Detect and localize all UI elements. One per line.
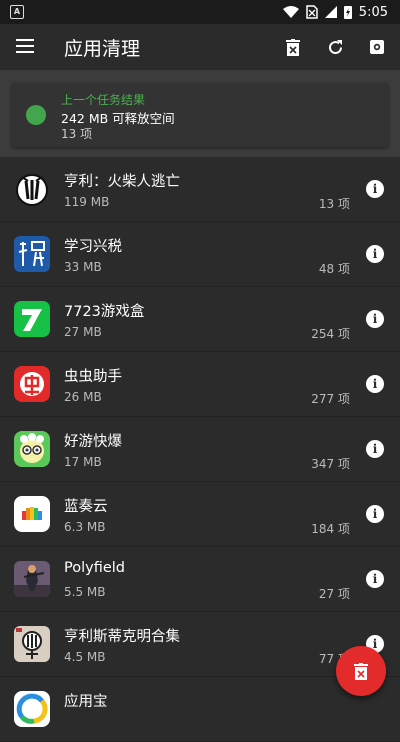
app-item-count: 27 项: [318, 587, 350, 601]
app-name: 好游快爆: [64, 434, 122, 450]
app-item-count: 48 项: [318, 262, 350, 276]
app-name: 学习兴税: [64, 239, 122, 255]
status-icons: 5:05: [282, 4, 388, 20]
delete-all-button[interactable]: [272, 24, 314, 70]
app-list: 亨利：火柴人逃亡 119 MB 13 项 i 学习兴税 33 MB 48 项 i…: [0, 157, 400, 742]
info-icon[interactable]: i: [366, 375, 384, 393]
tax-icon: [14, 236, 50, 272]
app-name: 应用宝: [64, 694, 108, 710]
list-item[interactable]: 亨利：火柴人逃亡 119 MB 13 项 i: [0, 157, 400, 222]
app-size: 119 MB: [64, 195, 110, 209]
app-item-count: 277 项: [311, 392, 350, 406]
app-size: 27 MB: [64, 325, 102, 339]
app-item-count: 184 项: [311, 522, 350, 536]
trash-x-icon: [354, 662, 368, 680]
list-item[interactable]: Polyfield 5.5 MB 27 项 i: [0, 547, 400, 612]
clock: 5:05: [358, 4, 388, 20]
status-dot: [26, 105, 46, 125]
app-size: 6.3 MB: [64, 520, 106, 534]
app-name: 亨利斯蒂克明合集: [64, 629, 180, 645]
menu-button[interactable]: [16, 38, 36, 57]
list-item[interactable]: 应用宝: [0, 677, 400, 742]
info-icon[interactable]: i: [366, 245, 384, 263]
info-icon[interactable]: i: [366, 180, 384, 198]
henry-collection-icon: [14, 626, 50, 662]
yingyongbao-icon: [14, 691, 50, 727]
trash-x-icon: [286, 38, 300, 56]
app-item-count: 254 项: [311, 327, 350, 341]
signal-icon: [324, 6, 337, 18]
item-count: 13 项: [61, 127, 93, 141]
app-name: 亨利：火柴人逃亡: [64, 174, 180, 190]
app-size: 17 MB: [64, 455, 102, 469]
app-size: 5.5 MB: [64, 585, 106, 599]
battery-charging-icon: [343, 6, 352, 19]
info-icon[interactable]: i: [366, 505, 384, 523]
stickman-icon: [14, 171, 50, 207]
app-name: 7723游戏盒: [64, 304, 145, 320]
last-task-result-card[interactable]: 上一个任务结果 242 MB 可释放空间 13 项: [12, 83, 388, 147]
app-item-count: 347 项: [311, 457, 350, 471]
wifi-icon: [282, 6, 299, 18]
app-name: 蓝奏云: [64, 499, 108, 515]
list-item[interactable]: 蓝奏云 6.3 MB 184 项 i: [0, 482, 400, 547]
result-section: 上一个任务结果 242 MB 可释放空间 13 项: [0, 70, 400, 157]
info-icon[interactable]: i: [366, 570, 384, 588]
lanzou-icon: [14, 496, 50, 532]
app-item-count: 13 项: [318, 197, 350, 211]
app-name: Polyfield: [64, 560, 125, 576]
no-sim-icon: [306, 5, 318, 19]
chongchong-icon: [14, 366, 50, 402]
info-icon[interactable]: i: [366, 440, 384, 458]
haoyou-icon: [14, 431, 50, 467]
polyfield-icon: [14, 561, 50, 597]
app-size: 4.5 MB: [64, 650, 106, 664]
list-item[interactable]: 学习兴税 33 MB 48 项 i: [0, 222, 400, 287]
app-bar: 应用清理: [0, 24, 400, 70]
gear-icon: [370, 40, 384, 54]
7723-icon: [14, 301, 50, 337]
notification-app-icon: A: [10, 5, 24, 19]
info-icon[interactable]: i: [366, 310, 384, 328]
settings-button[interactable]: [356, 24, 398, 70]
page-title: 应用清理: [64, 37, 141, 60]
result-label: 上一个任务结果: [61, 93, 146, 107]
app-size: 33 MB: [64, 260, 102, 274]
refresh-icon: [328, 39, 342, 54]
status-bar: A 5:05: [0, 0, 400, 24]
list-item[interactable]: 好游快爆 17 MB 347 项 i: [0, 417, 400, 482]
app-size: 26 MB: [64, 390, 102, 404]
app-name: 虫虫助手: [64, 369, 122, 385]
list-item[interactable]: 7723游戏盒 27 MB 254 项 i: [0, 287, 400, 352]
hamburger-menu-icon: [16, 38, 34, 53]
clean-fab-button[interactable]: [336, 646, 386, 696]
refresh-button[interactable]: [314, 24, 356, 70]
list-item[interactable]: 虫虫助手 26 MB 277 项 i: [0, 352, 400, 417]
